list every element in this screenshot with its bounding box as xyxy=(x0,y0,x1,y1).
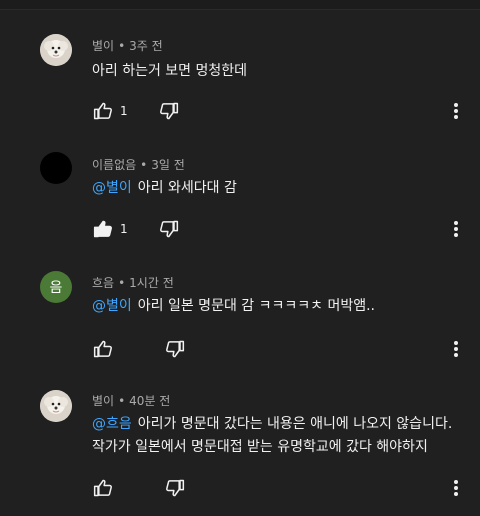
more-button[interactable] xyxy=(449,218,463,240)
comment-time[interactable]: 1시간 전 xyxy=(129,276,174,290)
comment-meta: 별이 • 40분 전 xyxy=(92,392,170,409)
avatar[interactable] xyxy=(40,34,72,66)
thumb-up-icon xyxy=(93,102,112,120)
comment-meta: 별이 • 3주 전 xyxy=(92,37,163,54)
comment-author[interactable]: 흐음 xyxy=(92,276,114,290)
more-vert-icon xyxy=(454,221,458,237)
comment-body: 아리가 명문대 갔다는 내용은 애니에 나오지 않습니다.작가가 일본에서 명문… xyxy=(92,416,453,455)
comment-time[interactable]: 3주 전 xyxy=(129,39,163,53)
comment-meta: 이름없음 • 3일 전 xyxy=(92,156,185,173)
comment-text: 아리 하는거 보면 멍청한데 xyxy=(92,60,460,82)
meta-separator: • xyxy=(118,39,126,53)
like-count: 1 xyxy=(120,104,128,118)
more-button[interactable] xyxy=(449,100,463,122)
like-button[interactable] xyxy=(92,218,114,240)
comment-actions: 1 xyxy=(92,217,180,241)
comment-author[interactable]: 별이 xyxy=(92,394,114,408)
meta-separator: • xyxy=(118,276,126,290)
like-button[interactable] xyxy=(92,338,114,360)
thumb-up-icon xyxy=(93,340,112,358)
dislike-button[interactable] xyxy=(158,218,180,240)
meta-separator: • xyxy=(140,158,148,172)
comment-text: @흐음 아리가 명문대 갔다는 내용은 애니에 나오지 않습니다.작가가 일본에서… xyxy=(92,413,460,459)
avatar[interactable] xyxy=(40,390,72,422)
thumb-down-icon xyxy=(160,220,179,238)
comment-actions xyxy=(92,476,186,500)
more-vert-icon xyxy=(454,103,458,119)
comment-actions: 1 xyxy=(92,99,180,123)
comment-body: 아리 하는거 보면 멍청한데 xyxy=(92,63,248,79)
dislike-button[interactable] xyxy=(164,338,186,360)
comment-body: 아리 와세다대 감 xyxy=(137,180,237,196)
top-divider xyxy=(0,0,480,10)
more-vert-icon xyxy=(454,341,458,357)
comment-text: @별이 아리 일본 명문대 감 ㅋㅋㅋㅋㅊ 머박앰.. xyxy=(92,295,460,317)
comment-meta: 흐음 • 1시간 전 xyxy=(92,274,174,291)
like-button[interactable] xyxy=(92,100,114,122)
more-button[interactable] xyxy=(449,338,463,360)
dislike-button[interactable] xyxy=(158,100,180,122)
more-button[interactable] xyxy=(449,477,463,499)
avatar-letter: 음 xyxy=(49,280,63,296)
comment-author[interactable]: 별이 xyxy=(92,39,114,53)
like-button[interactable] xyxy=(92,477,114,499)
avatar[interactable]: 음 xyxy=(40,271,72,303)
mention-link[interactable]: @별이 xyxy=(92,180,132,196)
thumb-down-icon xyxy=(166,340,185,358)
comment-body: 아리 일본 명문대 감 ㅋㅋㅋㅋㅊ 머박앰.. xyxy=(137,298,375,314)
thumb-down-icon xyxy=(160,102,179,120)
comment-author[interactable]: 이름없음 xyxy=(92,158,136,172)
comment-text: @별이 아리 와세다대 감 xyxy=(92,177,460,199)
like-count: 1 xyxy=(120,222,128,236)
comment-time[interactable]: 3일 전 xyxy=(151,158,185,172)
avatar[interactable] xyxy=(40,152,72,184)
thumb-down-icon xyxy=(166,479,185,497)
thumb-up-icon xyxy=(93,220,112,238)
mention-link[interactable]: @흐음 xyxy=(92,416,132,432)
comment-actions xyxy=(92,337,186,361)
comment-time[interactable]: 40분 전 xyxy=(129,394,170,408)
more-vert-icon xyxy=(454,480,458,496)
meta-separator: • xyxy=(118,394,126,408)
dislike-button[interactable] xyxy=(164,477,186,499)
thumb-up-icon xyxy=(93,479,112,497)
mention-link[interactable]: @별이 xyxy=(92,298,132,314)
